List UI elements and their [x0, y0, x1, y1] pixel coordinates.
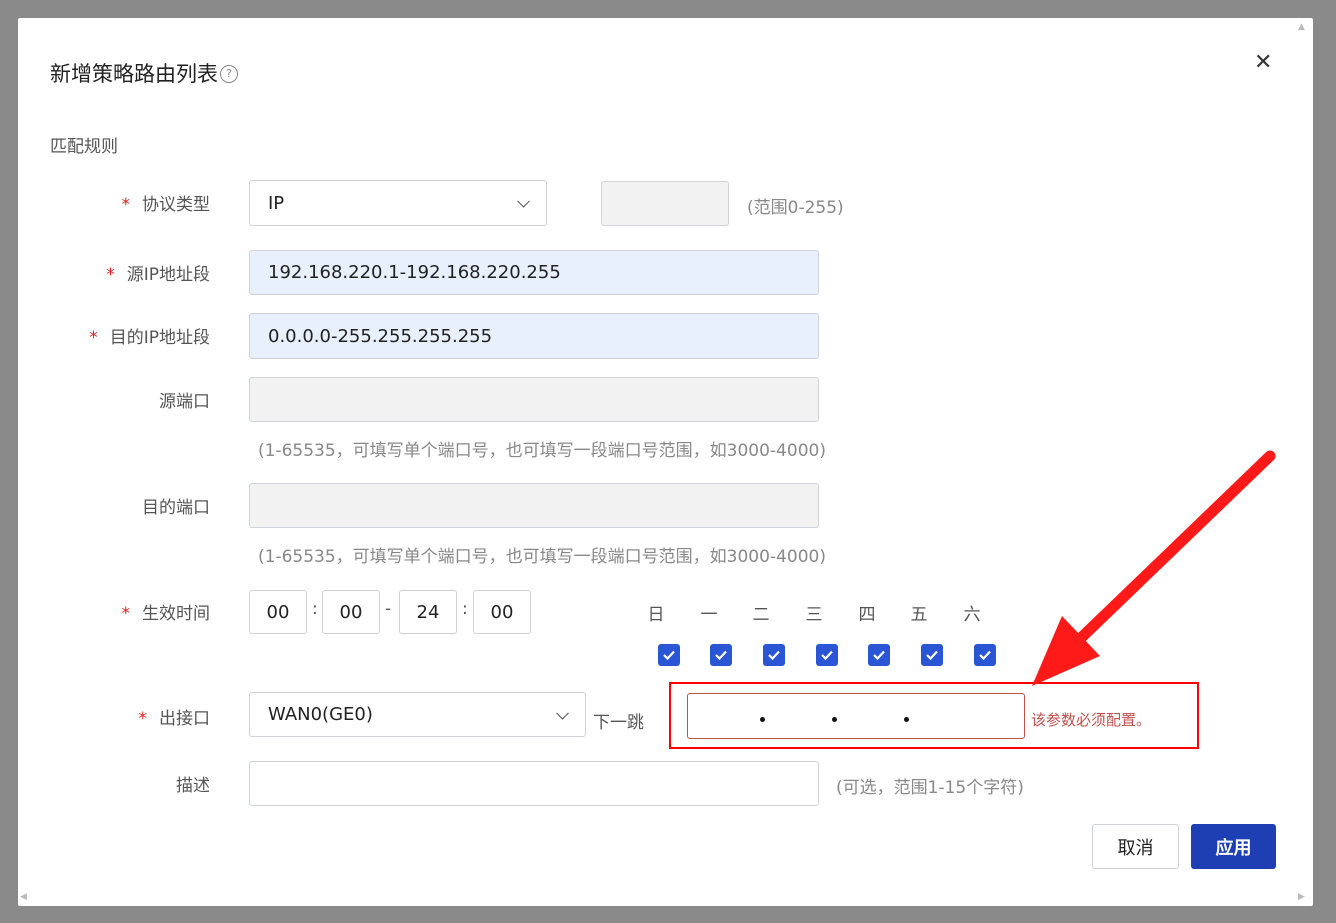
dst-ip-label-text: 目的IP地址段	[109, 328, 210, 348]
day-checkbox-sat[interactable]	[974, 644, 996, 666]
out-interface-value: WAN0(GE0)	[268, 704, 373, 725]
day-label-sun: 日	[647, 605, 665, 625]
next-hop-ip-input[interactable]	[687, 693, 1025, 739]
day-label-tue: 二	[752, 605, 770, 625]
effective-time-label: * 生效时间	[10, 599, 211, 624]
time-colon: :	[462, 599, 468, 619]
next-hop-error: 该参数必须配置。	[1031, 711, 1152, 729]
protocol-label-text: 协议类型	[142, 195, 210, 215]
apply-button[interactable]: 应用	[1191, 824, 1276, 869]
dst-port-hint: (1-65535，可填写单个端口号，也可填写一段端口号范围，如3000-4000…	[258, 547, 826, 567]
dst-ip-label: * 目的IP地址段	[10, 323, 210, 348]
out-interface-select[interactable]: WAN0(GE0)	[249, 692, 586, 737]
protocol-number-input	[601, 181, 729, 226]
required-marker: *	[121, 195, 131, 215]
dst-port-input	[249, 483, 819, 528]
policy-route-dialog: 新增策略路由列表? ✕ 匹配规则 * 协议类型 IP (范围0-255) * 源IP…	[18, 18, 1313, 906]
out-interface-label: * 出接口	[10, 704, 211, 729]
time-colon: :	[312, 599, 318, 619]
help-icon[interactable]: ?	[220, 65, 238, 83]
ip-dot	[832, 717, 837, 722]
close-icon[interactable]: ✕	[1254, 50, 1272, 75]
chevron-down-icon	[517, 194, 530, 208]
protocol-range-hint: (范围0-255)	[747, 198, 844, 218]
required-marker: *	[106, 265, 115, 285]
protocol-select-value: IP	[268, 192, 285, 214]
dst-ip-value: 0.0.0.0-255.255.255.255	[268, 325, 493, 347]
src-port-label: 源端口	[159, 392, 210, 412]
required-marker: *	[89, 328, 98, 348]
start-minute-input[interactable]: 00	[322, 590, 380, 634]
day-checkbox-thu[interactable]	[868, 644, 890, 666]
day-checkbox-sun[interactable]	[658, 644, 680, 666]
scroll-down-arrow-icon[interactable]: ▶	[1298, 892, 1305, 902]
src-ip-value: 192.168.220.1-192.168.220.255	[268, 262, 561, 283]
checkmark-icon	[926, 650, 938, 661]
time-dash: -	[385, 599, 392, 619]
day-checkbox-wed[interactable]	[816, 644, 838, 666]
checkmark-icon	[821, 650, 833, 661]
cancel-button[interactable]: 取消	[1092, 824, 1179, 869]
dst-port-label: 目的端口	[142, 498, 210, 518]
src-port-hint: (1-65535，可填写单个端口号，也可填写一段端口号范围，如3000-4000…	[258, 441, 826, 461]
day-checkbox-fri[interactable]	[921, 644, 943, 666]
src-port-input	[249, 377, 819, 422]
src-ip-input[interactable]: 192.168.220.1-192.168.220.255	[249, 250, 819, 295]
protocol-select[interactable]: IP	[249, 180, 547, 226]
scroll-left-arrow-icon[interactable]: ◀	[20, 892, 27, 902]
checkmark-icon	[715, 650, 727, 661]
day-checkbox-tue[interactable]	[763, 644, 785, 666]
day-checkbox-mon[interactable]	[710, 644, 732, 666]
checkmark-icon	[979, 650, 991, 661]
day-label-wed: 三	[805, 605, 823, 625]
required-marker: *	[121, 604, 131, 624]
ip-dot	[760, 717, 765, 722]
checkmark-icon	[873, 650, 885, 661]
day-label-sat: 六	[963, 605, 981, 625]
next-hop-label: 下一跳	[593, 713, 644, 733]
required-marker: *	[138, 709, 148, 729]
ip-dot	[904, 717, 909, 722]
checkmark-icon	[663, 650, 675, 661]
out-interface-label-text: 出接口	[159, 709, 210, 729]
effective-time-label-text: 生效时间	[142, 604, 210, 624]
day-label-thu: 四	[858, 605, 876, 625]
day-label-mon: 一	[700, 605, 718, 625]
checkmark-icon	[768, 650, 780, 661]
scroll-up-arrow-icon[interactable]: ▲	[1298, 22, 1305, 32]
chevron-down-icon	[556, 706, 569, 720]
description-label: 描述	[176, 776, 210, 796]
src-ip-label-text: 源IP地址段	[126, 265, 210, 285]
src-ip-label: * 源IP地址段	[10, 260, 210, 285]
dialog-title-text: 新增策略路由列表	[50, 62, 218, 86]
end-hour-input[interactable]: 24	[399, 590, 457, 634]
description-input[interactable]	[249, 761, 819, 806]
dialog-title: 新增策略路由列表?	[50, 58, 238, 88]
dst-ip-input[interactable]: 0.0.0.0-255.255.255.255	[249, 313, 819, 359]
day-label-fri: 五	[910, 605, 928, 625]
protocol-label: * 协议类型	[10, 190, 211, 215]
start-hour-input[interactable]: 00	[249, 590, 307, 634]
end-minute-input[interactable]: 00	[473, 590, 531, 634]
section-title: 匹配规则	[50, 137, 118, 157]
description-hint: (可选，范围1-15个字符)	[836, 778, 1024, 798]
